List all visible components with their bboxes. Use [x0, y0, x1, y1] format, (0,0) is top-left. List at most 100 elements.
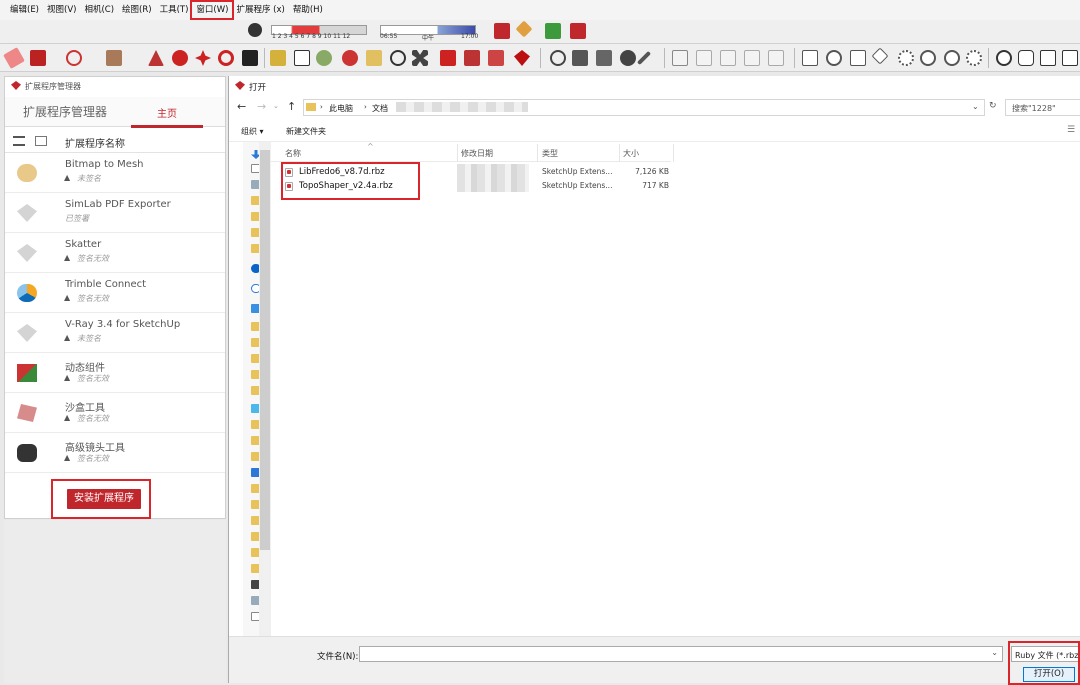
- shadow-toggle-icon[interactable]: [248, 23, 262, 37]
- arc-icon[interactable]: [66, 50, 82, 66]
- scale-icon[interactable]: [242, 50, 258, 66]
- grid-view-icon[interactable]: [35, 136, 47, 146]
- view-options-icon[interactable]: ☰: [1067, 125, 1075, 135]
- camera-tools-icon: [17, 444, 37, 462]
- refresh-icon[interactable]: ↻: [989, 101, 997, 111]
- tab-home[interactable]: 主页: [157, 105, 177, 120]
- column-type[interactable]: 类型: [542, 148, 558, 159]
- diamond-tool-icon[interactable]: [515, 20, 533, 38]
- pan-icon[interactable]: [366, 50, 382, 66]
- menu-window[interactable]: 窗口(W): [190, 0, 235, 20]
- menu-draw[interactable]: 绘图(R): [118, 2, 156, 18]
- vray-omni-icon[interactable]: [966, 50, 982, 66]
- layer-b-icon[interactable]: [596, 50, 612, 66]
- chevron-down-icon[interactable]: ⌄: [991, 648, 998, 657]
- vray-extra-icon[interactable]: [1062, 50, 1078, 66]
- address-bar[interactable]: › 此电脑 › 文档 ⌄: [303, 99, 985, 116]
- power-icon[interactable]: [550, 50, 566, 66]
- up-arrow-icon[interactable]: ↑: [287, 100, 296, 113]
- sandbox-drape-icon[interactable]: [768, 50, 784, 66]
- paint-bucket-icon[interactable]: [316, 50, 332, 66]
- address-dropdown-icon[interactable]: ⌄: [972, 102, 979, 111]
- orbit-icon[interactable]: [342, 50, 358, 66]
- vray-sun-icon[interactable]: [898, 50, 914, 66]
- list-view-icon[interactable]: [13, 136, 25, 146]
- search-input[interactable]: 搜索"1228": [1005, 99, 1080, 116]
- list-item[interactable]: Skatter ▲ 签名无效: [5, 233, 225, 273]
- signature-status: 签名无效: [77, 374, 109, 383]
- extension-name: Trimble Connect: [65, 279, 147, 290]
- dynamic-component-icon: [17, 364, 37, 382]
- vray-light-icon[interactable]: [871, 47, 889, 65]
- ruby-icon[interactable]: [514, 50, 530, 66]
- recent-chevron-icon[interactable]: ⌄: [273, 102, 279, 110]
- column-name[interactable]: 名称: [285, 148, 301, 159]
- list-item[interactable]: Bitmap to Mesh ▲ 未签名: [5, 153, 225, 193]
- import-icon[interactable]: [545, 23, 561, 39]
- vray-dome-icon[interactable]: [920, 50, 936, 66]
- share-model-icon[interactable]: [464, 50, 480, 66]
- menu-help[interactable]: 帮助(H): [289, 2, 327, 18]
- vray-proxy-icon[interactable]: [1040, 50, 1056, 66]
- menu-extensions[interactable]: 扩展程序 (x): [232, 2, 288, 18]
- vray-check-icon[interactable]: [996, 50, 1012, 66]
- sandbox-smoove-icon[interactable]: [720, 50, 736, 66]
- model-viewport[interactable]: [4, 520, 226, 683]
- list-item[interactable]: Trimble Connect ▲ 签名无效: [5, 273, 225, 313]
- dialog-title: 打开: [249, 83, 267, 93]
- nav-scrollbar-thumb[interactable]: [260, 150, 270, 550]
- signature-status: 签名无效: [77, 414, 109, 423]
- sandbox-icon: [17, 404, 37, 422]
- push-pull-icon[interactable]: [148, 50, 164, 66]
- vray-teapot-icon[interactable]: [1018, 50, 1034, 66]
- files-highlight: [281, 162, 420, 200]
- warehouse-icon[interactable]: [440, 50, 456, 66]
- column-size[interactable]: 大小: [623, 148, 639, 159]
- warning-icon: ▲: [64, 413, 71, 422]
- column-date[interactable]: 修改日期: [461, 148, 493, 159]
- text-tool-icon[interactable]: [294, 50, 310, 66]
- sandbox-scratch-icon[interactable]: [696, 50, 712, 66]
- menu-camera[interactable]: 相机(C): [80, 2, 118, 18]
- signature-status: 签名无效: [77, 254, 109, 263]
- pencil-icon[interactable]: [30, 50, 46, 66]
- menu-tools[interactable]: 工具(T): [156, 2, 193, 18]
- list-item[interactable]: 动态组件 ▲ 签名无效: [5, 353, 225, 393]
- pdf-3d-icon[interactable]: [570, 23, 586, 39]
- list-item[interactable]: SimLab PDF Exporter 已签署: [5, 193, 225, 233]
- file-type: SketchUp Extens...: [542, 167, 613, 176]
- organize-menu[interactable]: 组织 ▾: [241, 126, 264, 137]
- menu-edit[interactable]: 编辑(E): [6, 2, 43, 18]
- zoom-extents-icon[interactable]: [412, 50, 428, 66]
- extension-warehouse-icon[interactable]: [488, 50, 504, 66]
- sandbox-contours-icon[interactable]: [672, 50, 688, 66]
- move-icon[interactable]: [195, 50, 211, 66]
- tape-measure-icon[interactable]: [270, 50, 286, 66]
- pdf-export-icon[interactable]: [494, 23, 510, 39]
- back-arrow-icon[interactable]: ←: [237, 100, 246, 113]
- vray-settings-icon[interactable]: [802, 50, 818, 66]
- sandbox-stamp-icon[interactable]: [744, 50, 760, 66]
- tab-extension-manager[interactable]: 扩展程序管理器: [23, 103, 107, 120]
- brush-icon[interactable]: [636, 50, 652, 66]
- forward-arrow-icon[interactable]: →: [257, 100, 266, 113]
- layer-a-icon[interactable]: [572, 50, 588, 66]
- zoom-icon[interactable]: [390, 50, 406, 66]
- vray-sphere-icon[interactable]: [944, 50, 960, 66]
- vray-render-icon[interactable]: [826, 50, 842, 66]
- menu-view[interactable]: 视图(V): [43, 2, 80, 18]
- list-item[interactable]: 高级镜头工具 ▲ 签名无效: [5, 433, 225, 473]
- chat-icon[interactable]: [620, 50, 636, 66]
- eraser-icon[interactable]: [3, 47, 25, 69]
- breadcrumb-documents[interactable]: 文档: [372, 103, 388, 114]
- new-folder-button[interactable]: 新建文件夹: [286, 126, 326, 137]
- filename-input[interactable]: ⌄: [359, 646, 1003, 662]
- list-item[interactable]: V-Ray 3.4 for SketchUp ▲ 未签名: [5, 313, 225, 353]
- rotate-icon[interactable]: [218, 50, 234, 66]
- follow-me-icon[interactable]: [172, 50, 188, 66]
- breadcrumb-this-pc[interactable]: 此电脑: [329, 103, 353, 114]
- rectangle-icon[interactable]: [106, 50, 122, 66]
- vray-interactive-icon[interactable]: [850, 50, 866, 66]
- list-item[interactable]: 沙盒工具 ▲ 签名无效: [5, 393, 225, 433]
- install-extension-button[interactable]: 安装扩展程序: [67, 489, 141, 509]
